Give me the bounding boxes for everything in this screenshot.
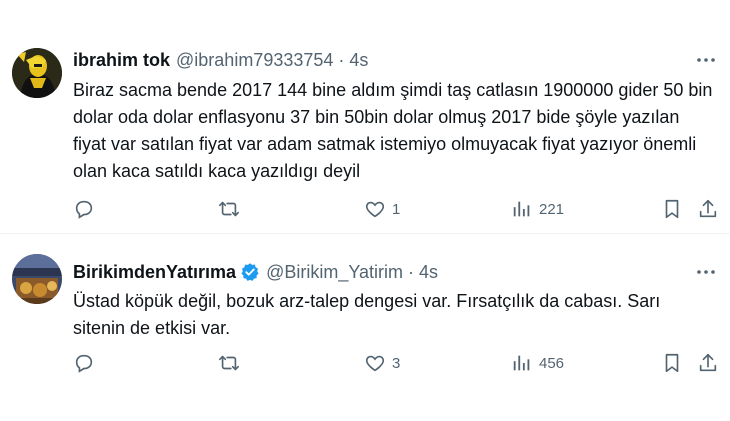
bookmark-icon [665,199,679,219]
user-handle[interactable]: @Birikim_Yatirim [266,262,403,283]
tweet[interactable]: BirikimdenYatırıma @Birikim_Yatirim · 4s… [0,233,730,421]
retweet-icon [219,201,239,217]
user-handle[interactable]: @ibrahim79333754 [176,50,333,71]
separator-dot: · [338,49,345,70]
like-count: 3 [392,354,401,372]
views-icon [513,201,530,217]
retweet-button[interactable] [218,196,246,222]
tweet[interactable]: ibrahim tok @ibrahim79333754 · 4s Biraz … [0,28,730,233]
action-bar: 1 221 [73,196,723,222]
share-icon [699,199,717,218]
action-bar: 3 456 [73,350,723,376]
reply-icon [75,200,93,219]
reply-icon [75,354,93,373]
share-icon [699,353,717,372]
like-count: 1 [392,200,401,218]
retweet-button[interactable] [218,350,246,376]
display-name[interactable]: BirikimdenYatırıma [73,262,236,283]
views-button[interactable]: 221 [511,196,564,222]
bookmark-icon [665,353,679,373]
avatar[interactable] [12,48,62,98]
tweet-text: Üstad köpük değil, bozuk arz-talep denge… [73,291,661,338]
verified-badge-icon [240,262,260,282]
more-icon[interactable] [694,48,718,72]
reply-button[interactable] [73,196,101,222]
separator-dot: · [408,261,415,282]
like-button[interactable]: 1 [364,196,400,222]
tweet-header: BirikimdenYatırıma @Birikim_Yatirim · 4s [73,260,438,284]
view-count: 456 [539,354,565,372]
tweet-header: ibrahim tok @ibrahim79333754 · 4s [73,48,368,72]
display-name[interactable]: ibrahim tok [73,50,170,71]
like-icon [365,201,385,218]
views-icon [513,355,530,371]
bookmark-button[interactable] [661,196,683,222]
timestamp[interactable]: 4s [419,262,438,283]
retweet-icon [219,355,239,371]
timestamp[interactable]: 4s [349,50,368,71]
like-button[interactable]: 3 [364,350,400,376]
view-count: 221 [539,200,565,218]
tweet-text: Biraz sacma bende 2017 144 bine aldım şi… [73,80,713,181]
like-icon [365,355,385,372]
share-button[interactable] [697,350,719,376]
share-button[interactable] [697,196,719,222]
bookmark-button[interactable] [661,350,683,376]
avatar[interactable] [12,254,62,304]
more-icon[interactable] [694,260,718,284]
reply-button[interactable] [73,350,101,376]
views-button[interactable]: 456 [511,350,564,376]
